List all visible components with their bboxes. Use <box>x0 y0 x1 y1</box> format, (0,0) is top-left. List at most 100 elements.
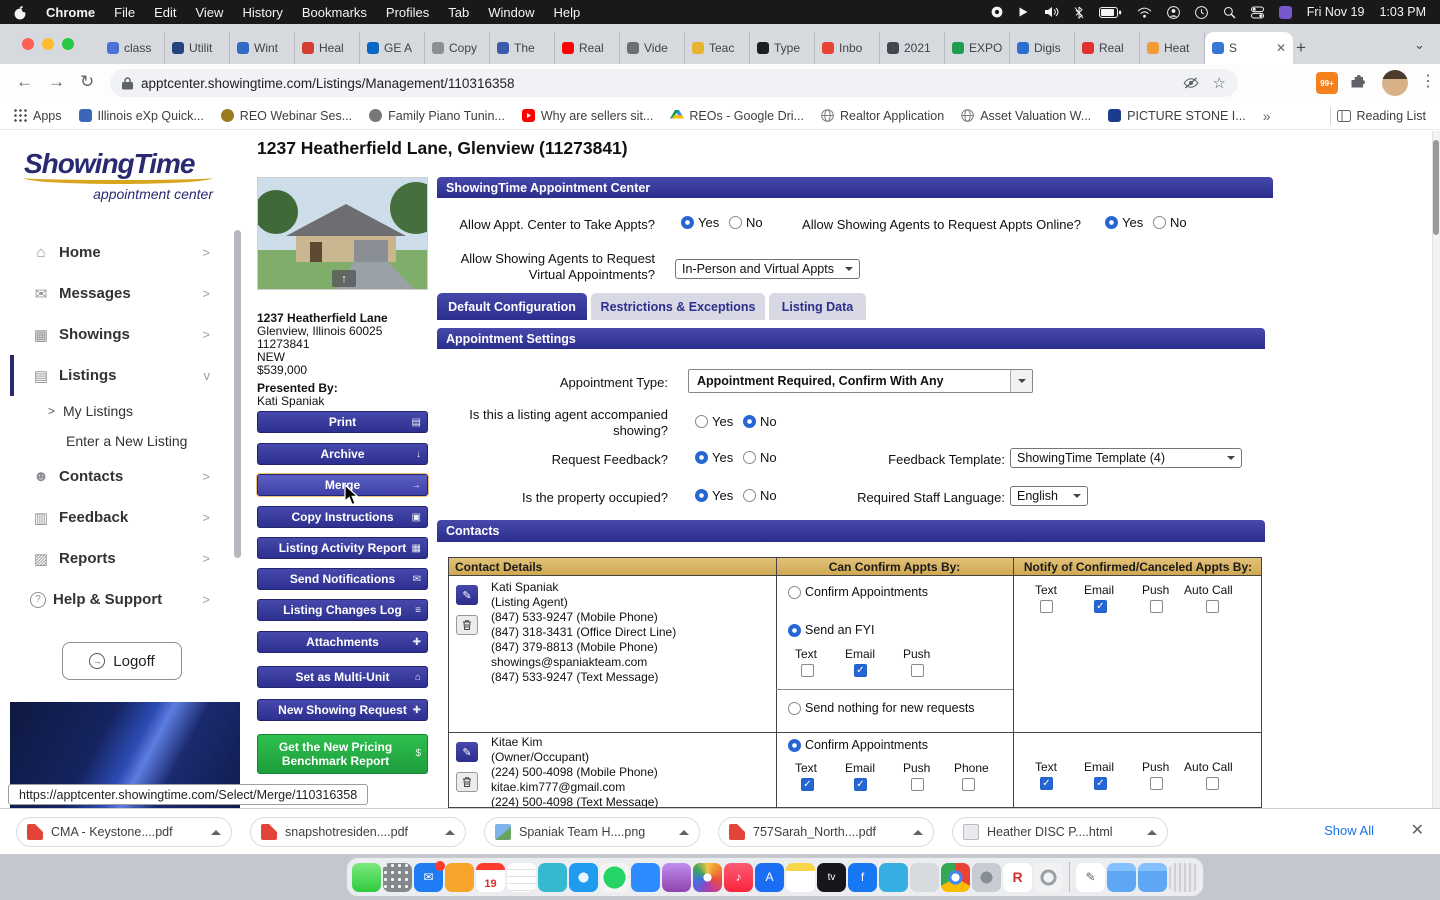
listing-activity-report-button[interactable]: Listing Activity Report ▦ <box>257 537 428 559</box>
browser-tab[interactable]: Teac <box>685 32 750 64</box>
back-button[interactable]: ← <box>16 72 33 92</box>
menu-view[interactable]: View <box>195 5 223 20</box>
chrome-menu-icon[interactable]: ⋮ <box>1420 71 1436 91</box>
dock-icon-folder-1[interactable] <box>1107 862 1136 892</box>
close-downloads-bar-icon[interactable]: ✕ <box>1411 820 1424 840</box>
browser-tab[interactable]: Real <box>1075 32 1140 64</box>
download-item[interactable]: Heather DISC P....html <box>952 817 1168 847</box>
menu-bar-date[interactable]: Fri Nov 19 <box>1307 5 1365 19</box>
spotlight-icon[interactable] <box>1223 6 1236 19</box>
dock-icon-telegram[interactable] <box>879 862 908 892</box>
purple-app-icon[interactable] <box>1278 5 1292 19</box>
browser-tab[interactable]: Heal <box>295 32 360 64</box>
bookmark-item[interactable]: Family Piano Tunin... <box>369 109 505 123</box>
menu-bar-time[interactable]: 1:03 PM <box>1379 5 1426 19</box>
address-bar[interactable]: apptcenter.showingtime.com/Listings/Mana… <box>110 69 1238 97</box>
browser-tab[interactable]: Inbo <box>815 32 880 64</box>
apps-shortcut[interactable]: Apps <box>14 109 62 123</box>
bookmark-item[interactable]: REOs - Google Dri... <box>670 109 804 123</box>
notify-push-checkbox[interactable] <box>1150 600 1163 613</box>
radio-icon[interactable] <box>695 489 708 502</box>
fyi-push-checkbox[interactable] <box>911 664 924 677</box>
browser-tab[interactable]: Real <box>555 32 620 64</box>
staff-language-select[interactable]: English <box>1010 486 1088 506</box>
radio-icon[interactable] <box>729 216 742 229</box>
notify-auto-call-checkbox[interactable] <box>1206 777 1219 790</box>
radio-icon[interactable] <box>1153 216 1166 229</box>
browser-tab[interactable]: The <box>490 32 555 64</box>
play-icon[interactable] <box>1018 6 1029 18</box>
menu-file[interactable]: File <box>114 5 135 20</box>
bookmark-item[interactable]: PICTURE STONE I... <box>1108 109 1246 123</box>
logoff-button[interactable]: → Logoff <box>62 642 182 680</box>
tab-listing-data[interactable]: Listing Data <box>769 293 866 320</box>
dock-icon-photos[interactable] <box>693 862 722 892</box>
radio-icon[interactable] <box>743 415 756 428</box>
confirm-appointments-radio[interactable]: Confirm Appointments <box>788 585 928 599</box>
attachments-button[interactable]: Attachments ✚ <box>257 631 428 653</box>
dock-icon-zoom[interactable] <box>631 862 660 892</box>
sidebar-scrollbar[interactable] <box>234 230 241 558</box>
feedback-yes-radio[interactable]: Yes <box>695 450 733 465</box>
dock-icon-settings[interactable] <box>972 862 1001 892</box>
delete-contact-button[interactable] <box>456 772 478 792</box>
feedback-template-select[interactable]: ShowingTime Template (4) <box>1010 448 1242 468</box>
occupied-no-radio[interactable]: No <box>743 488 777 503</box>
browser-tab[interactable]: Digis <box>1010 32 1075 64</box>
notify-email-checkbox[interactable] <box>1094 777 1107 790</box>
download-item[interactable]: snapshotresiden....pdf <box>250 817 466 847</box>
user-icon[interactable] <box>1166 5 1180 19</box>
reading-list-button[interactable]: Reading List <box>1329 106 1426 125</box>
confirm-push-checkbox[interactable] <box>911 778 924 791</box>
menu-profiles[interactable]: Profiles <box>386 5 429 20</box>
menu-window[interactable]: Window <box>488 5 534 20</box>
dock-icon-music[interactable]: ♪ <box>724 862 753 892</box>
forward-button[interactable]: → <box>48 72 65 92</box>
window-zoom-button[interactable] <box>62 38 74 50</box>
bookmark-star-icon[interactable]: ☆ <box>1213 74 1226 92</box>
merge-button[interactable]: Merge → <box>257 474 428 496</box>
bluetooth-off-icon[interactable] <box>1074 6 1084 19</box>
dock-icon-messages[interactable] <box>352 862 381 892</box>
download-item[interactable]: Spaniak Team H....png <box>484 817 700 847</box>
browser-tab[interactable]: 2021 <box>880 32 945 64</box>
battery-icon[interactable] <box>1098 6 1122 18</box>
browser-tab[interactable]: Type <box>750 32 815 64</box>
volume-icon[interactable] <box>1044 6 1059 18</box>
sidebar-item-reports[interactable]: ▨ Reports > <box>10 538 234 579</box>
notify-email-checkbox[interactable] <box>1094 600 1107 613</box>
dock-icon-activity[interactable] <box>1034 862 1063 892</box>
send-nothing-radio[interactable]: Send nothing for new requests <box>788 701 975 715</box>
browser-tab[interactable]: Vide <box>620 32 685 64</box>
browser-tab-active[interactable]: S ✕ <box>1205 32 1293 64</box>
bookmark-item[interactable]: Realtor Application <box>821 109 944 123</box>
notify-text-checkbox[interactable] <box>1040 600 1053 613</box>
radio-icon[interactable] <box>743 451 756 464</box>
menu-help[interactable]: Help <box>554 5 581 20</box>
menu-history[interactable]: History <box>242 5 282 20</box>
pricing-benchmark-report-button[interactable]: Get the New Pricing Benchmark Report $ <box>257 734 428 774</box>
edit-contact-button[interactable]: ✎ <box>456 585 478 605</box>
sidebar-item-feedback[interactable]: ▥ Feedback > <box>10 497 234 538</box>
bookmark-item[interactable]: REO Webinar Ses... <box>220 109 352 123</box>
show-all-downloads-link[interactable]: Show All <box>1324 823 1374 838</box>
bookmark-item[interactable]: Asset Valuation W... <box>961 109 1091 123</box>
sidebar-item-contacts[interactable]: ☻ Contacts > <box>10 456 234 497</box>
dock-icon-app-store[interactable]: A <box>755 862 784 892</box>
eye-off-icon[interactable] <box>1183 77 1199 89</box>
dock-icon-preview[interactable] <box>910 862 939 892</box>
browser-tab[interactable]: class <box>100 32 165 64</box>
feedback-no-radio[interactable]: No <box>743 450 777 465</box>
radio-icon[interactable] <box>695 415 708 428</box>
dock-icon-launchpad[interactable] <box>383 862 412 892</box>
send-fyi-radio[interactable]: Send an FYI <box>788 623 875 637</box>
delete-contact-button[interactable] <box>456 615 478 635</box>
window-minimize-button[interactable] <box>42 38 54 50</box>
appointment-type-combo[interactable]: Appointment Required, Confirm With Any <box>688 369 1033 393</box>
fyi-text-checkbox[interactable] <box>801 664 814 677</box>
browser-tab[interactable]: Heat <box>1140 32 1205 64</box>
confirm-email-checkbox[interactable] <box>854 778 867 791</box>
radio-icon[interactable] <box>788 585 801 599</box>
radio-icon[interactable] <box>788 738 801 752</box>
sidebar-item-enter-new-listing[interactable]: Enter a New Listing <box>10 426 234 456</box>
